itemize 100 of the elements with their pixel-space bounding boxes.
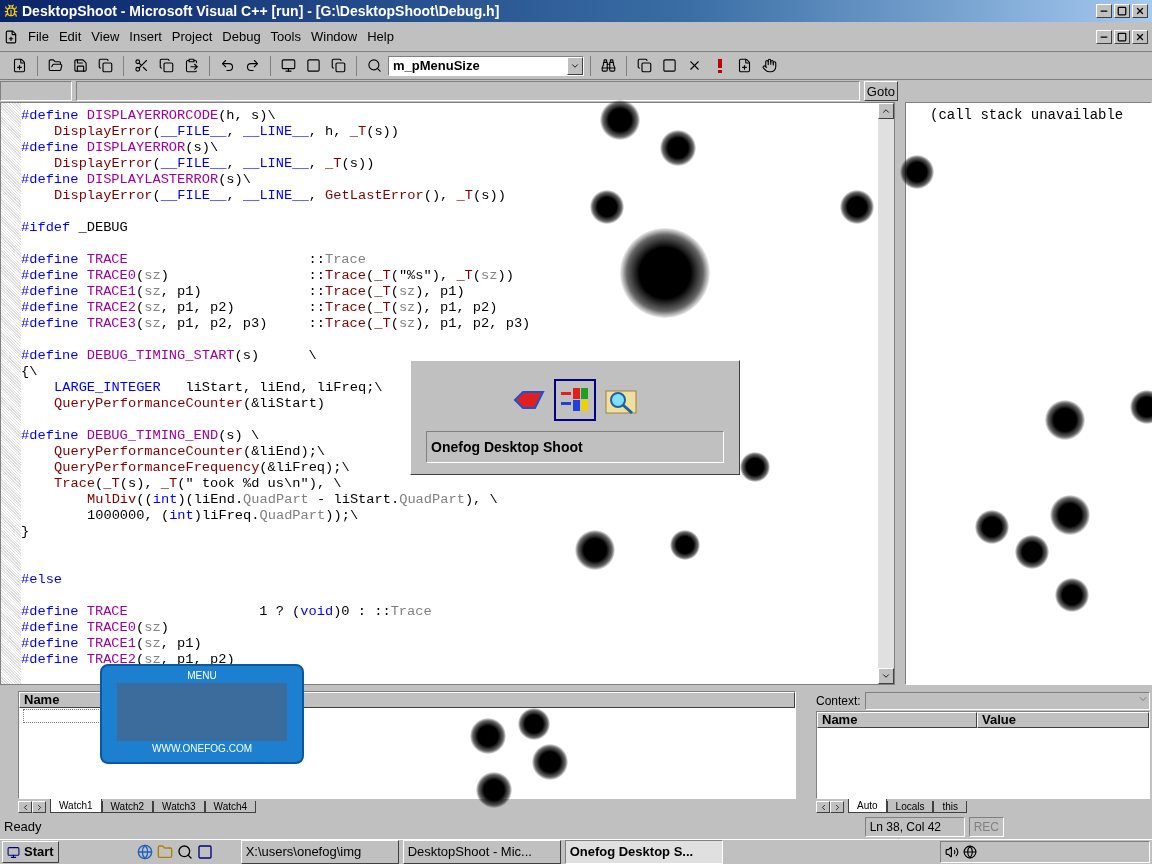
code-editor[interactable]	[0, 102, 895, 685]
pane-tab[interactable]: Auto	[848, 799, 887, 813]
menu-item[interactable]: Window	[306, 26, 362, 47]
scroll-left-button[interactable]	[18, 801, 32, 813]
scroll-right-button[interactable]	[32, 801, 46, 813]
monitor-icon	[7, 845, 20, 859]
code-line: DisplayError(__FILE__, __LINE__, h, _T(s))	[54, 124, 400, 140]
column-header: Value	[977, 712, 1149, 728]
taskbar-button[interactable]: Onefog Desktop S...	[564, 840, 723, 864]
bullet-hole	[1055, 578, 1089, 612]
bullet-hole	[740, 452, 770, 482]
minimize-button[interactable]	[1096, 29, 1112, 44]
bullet-hole	[590, 190, 624, 224]
game-menu-title: MENU	[187, 669, 217, 683]
bullet-hole	[1045, 400, 1085, 440]
menu-item[interactable]: Edit	[54, 26, 86, 47]
bullet-hole	[600, 100, 640, 140]
cursor-position: Ln 38, Col 42	[864, 817, 965, 837]
code-line: #define DISPLAYERROR(s)\	[21, 140, 219, 156]
column-header: Name	[817, 712, 977, 728]
game-menu-url: WWW.ONEFOG.COM	[152, 742, 252, 756]
code-line: }	[21, 524, 30, 540]
goto-button[interactable]: Goto	[863, 81, 898, 101]
menu-item[interactable]: View	[87, 26, 124, 47]
windows-flag-icon[interactable]	[554, 379, 596, 421]
context-label: Context:	[816, 693, 861, 710]
menu-item[interactable]: Tools	[266, 26, 305, 47]
speaker-icon[interactable]	[945, 845, 959, 859]
taskbar-button[interactable]: DesktopShoot - Mic...	[402, 840, 561, 864]
code-line: #define TRACE0(sz) ::Trace(_T("%s"), _T(sz))	[21, 268, 514, 284]
app-icon	[4, 4, 18, 18]
code-line: DisplayError(__FILE__, __LINE__, GetLastError(), _T(s))	[54, 188, 506, 204]
code-line: #define TRACE ::Trace	[21, 252, 366, 268]
code-line: #define DISPLAYLASTERROR(s)\	[21, 172, 251, 188]
bullet-hole	[670, 530, 700, 560]
start-button[interactable]: Start	[2, 841, 59, 863]
code-line: DisplayError(__FILE__, __LINE__, _T(s))	[54, 156, 375, 172]
find-combo[interactable]: m_pMenuSize	[388, 55, 584, 76]
window-title: DesktopShoot - Microsoft Visual C++ [run] - [G:\DesktopShoot\Debug.h]	[22, 1, 501, 21]
pane-tab[interactable]: Watch1	[50, 799, 102, 813]
code-line: #define DEBUG_TIMING_END(s) \	[21, 428, 260, 444]
bullet-hole	[975, 510, 1009, 544]
call-stack-message: (call stack unavailable	[930, 107, 1124, 123]
menu-item[interactable]: Insert	[125, 26, 166, 47]
window-icon[interactable]	[196, 844, 213, 860]
context-dropdown[interactable]	[864, 692, 1150, 710]
bullet-hole	[476, 772, 512, 808]
code-line: MulDiv((int)(liEnd.QuadPart - liStart.QuadPart), \	[87, 492, 498, 508]
globe-icon[interactable]	[963, 845, 977, 859]
code-line: #define TRACE 1 ? (void)0 : ::Trace	[21, 604, 432, 620]
wizard-bar-field[interactable]	[0, 81, 72, 101]
scroll-right-button[interactable]	[830, 801, 844, 813]
pane-tab[interactable]: Watch2	[101, 801, 154, 813]
bullet-hole	[532, 744, 568, 780]
code-line: {\	[21, 364, 38, 380]
close-button[interactable]	[1132, 29, 1148, 44]
bullet-hole	[1015, 535, 1049, 569]
bullet-hole	[840, 190, 874, 224]
code-line: #else	[21, 572, 63, 588]
restore-icon	[1117, 6, 1127, 16]
bullet-hole	[660, 130, 696, 166]
vertical-scrollbar[interactable]	[878, 103, 894, 684]
pane-tab[interactable]: this	[933, 801, 968, 813]
minimize-button[interactable]	[1096, 4, 1112, 18]
code-line: #define TRACE1(sz, p1) ::Trace(_T(sz), p1)	[21, 284, 465, 300]
scroll-left-button[interactable]	[816, 801, 830, 813]
menu-item[interactable]: File	[24, 26, 53, 47]
menu-item[interactable]: Debug	[218, 26, 265, 47]
game-menu-panel[interactable]: MENU WWW.ONEFOG.COM	[100, 664, 304, 764]
code-line: #define TRACE1(sz, p1)	[21, 636, 202, 652]
popup-label: Onefog Desktop Shoot	[426, 431, 724, 463]
close-icon	[1135, 31, 1145, 42]
code-line: #define TRACE0(sz)	[21, 620, 169, 636]
taskbar-button[interactable]: X:\users\onefog\img	[240, 840, 399, 864]
record-indicator: REC	[968, 817, 1004, 837]
restore-icon	[1117, 31, 1127, 42]
code-line: #define TRACE2(sz, p1, p2) ::Trace(_T(sz), p1, p2)	[21, 300, 498, 316]
restore-button[interactable]	[1114, 4, 1130, 18]
restore-button[interactable]	[1114, 29, 1130, 44]
code-line: QueryPerformanceCounter(&liEnd);\	[54, 444, 326, 460]
wizard-bar-field[interactable]	[76, 81, 860, 101]
code-line: #define DEBUG_TIMING_START(s) \	[21, 348, 317, 364]
code-line: LARGE_INTEGER liStart, liEnd, liFreq;\	[54, 380, 383, 396]
code-line: QueryPerformanceCounter(&liStart)	[54, 396, 326, 412]
bullet-hole	[1050, 495, 1090, 535]
combo-value: m_pMenuSize	[392, 56, 481, 75]
close-button[interactable]	[1132, 4, 1148, 18]
exclamation-icon	[717, 58, 722, 73]
pane-tab[interactable]: Locals	[886, 801, 934, 813]
code-line: 1000000, (int)liFreq.QuadPart));\	[87, 508, 359, 524]
pane-tab[interactable]: Watch4	[204, 801, 257, 813]
bullet-hole	[575, 530, 615, 570]
code-line: Trace(_T(s), _T(" took %d us\n"), \	[54, 476, 342, 492]
pane-tab[interactable]: Watch3	[153, 801, 205, 813]
bullet-hole	[900, 155, 934, 189]
search-icon[interactable]	[176, 844, 193, 860]
menu-item[interactable]: Help	[363, 26, 398, 47]
code-line: #define TRACE3(sz, p1, p2, p3) ::Trace(_T(sz), p1, p2, p3)	[21, 316, 531, 332]
menu-item[interactable]: Project	[167, 26, 217, 47]
bullet-hole	[470, 718, 506, 754]
